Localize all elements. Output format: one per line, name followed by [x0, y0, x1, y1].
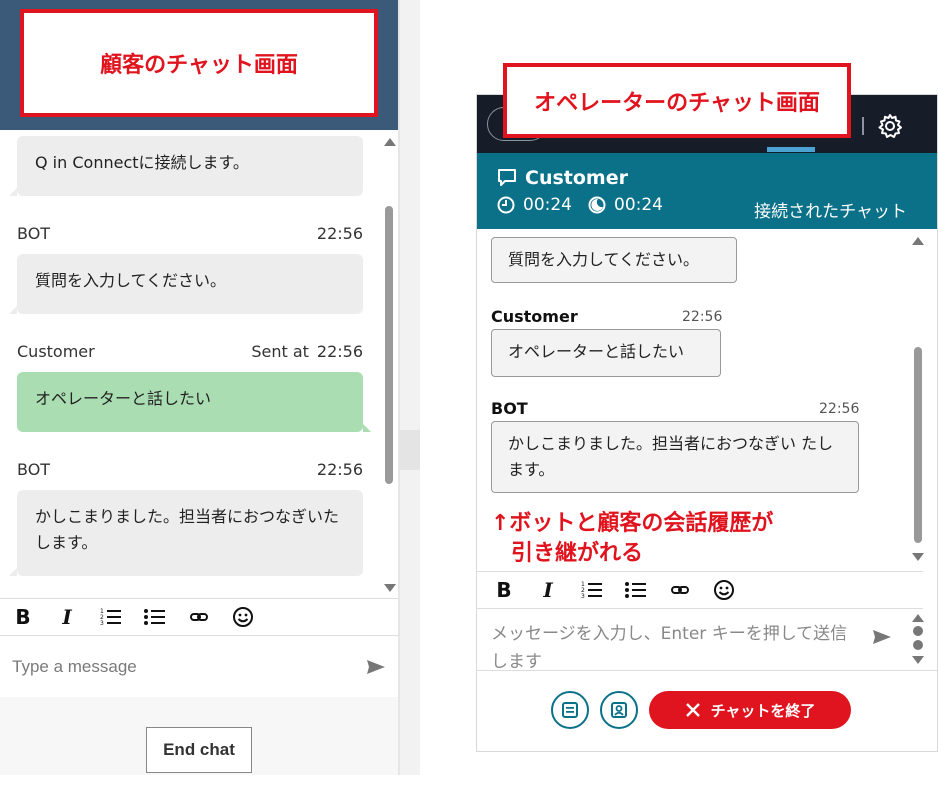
emoji-icon[interactable] — [232, 606, 254, 628]
customer-message-list[interactable]: Q in Connectに接続します。 BOT 22:56 質問を入力してくださ… — [0, 130, 380, 598]
message-time: 22:56 — [682, 309, 723, 325]
contact-banner: Customer 00:24 00:24 接続されたチャット — [477, 153, 937, 229]
message-time: 22:56 — [819, 401, 860, 417]
scrollbar-thumb[interactable] — [914, 347, 922, 543]
toolbar-divider — [862, 117, 864, 135]
contact-name: Customer — [525, 167, 628, 189]
bullet-list-icon[interactable] — [144, 607, 166, 627]
link-icon[interactable] — [188, 607, 210, 627]
bold-button[interactable]: B — [493, 578, 515, 602]
numbered-list-icon[interactable]: 1 2 3 — [100, 607, 122, 627]
customer-profile-button[interactable] — [600, 691, 638, 729]
message-text: オペレーターと話したい — [35, 389, 212, 408]
message-meta: BOT 22:56 — [17, 460, 363, 479]
bullet-list-icon[interactable] — [625, 580, 647, 600]
annotation-line-1: ↑ボットと顧客の会話履歴が — [491, 511, 774, 536]
message-sender: BOT — [17, 224, 51, 243]
end-chat-button[interactable]: End chat — [146, 727, 252, 773]
send-icon[interactable] — [872, 629, 892, 645]
scroll-up-arrow-icon[interactable] — [912, 614, 924, 622]
notes-button[interactable] — [551, 691, 589, 729]
gear-icon[interactable] — [877, 113, 903, 139]
wait-duration: 00:24 — [614, 195, 663, 215]
background-gap — [400, 0, 420, 775]
operator-message-list[interactable]: 質問を入力してください。 Customer 22:56 オペレーターと話したい … — [477, 229, 913, 565]
message-time: 22:56 — [316, 460, 363, 479]
message-meta: BOT 22:56 — [17, 224, 363, 243]
italic-button[interactable]: I — [56, 605, 78, 629]
scrollbar-thumb[interactable] — [913, 626, 923, 636]
scroll-down-arrow-icon[interactable] — [912, 553, 924, 561]
formatting-toolbar: B I 1 2 3 — [477, 571, 923, 609]
message-bubble: 質問を入力してください。 — [491, 237, 737, 283]
send-icon[interactable] — [366, 659, 386, 675]
svg-text:3: 3 — [581, 593, 585, 600]
message-text: オペレーターと話したい — [508, 342, 685, 361]
scrollbar-thumb[interactable] — [913, 640, 923, 650]
screenshot-stage: Q in Connectに接続します。 BOT 22:56 質問を入力してくださ… — [0, 0, 938, 790]
sent-at-label: Sent at — [251, 342, 309, 361]
end-chat-label: チャットを終了 — [710, 701, 816, 720]
message-sender: Customer — [491, 307, 578, 326]
operator-screen-label: オペレーターのチャット画面 — [503, 63, 851, 138]
chat-bubble-icon — [498, 169, 516, 186]
numbered-list-icon[interactable]: 1 2 3 — [581, 580, 603, 600]
message-input-row — [0, 637, 398, 697]
customer-chat-footer: End chat — [0, 697, 398, 775]
message-bubble: オペレーターと話したい — [491, 329, 721, 377]
message-input[interactable] — [12, 657, 366, 677]
moon-icon — [588, 196, 606, 214]
message-input-area — [477, 610, 923, 670]
message-bubble-customer: オペレーターと話したい — [17, 372, 371, 432]
message-text: Q in Connectに接続します。 — [35, 153, 249, 172]
message-sender: BOT — [491, 399, 528, 418]
annotation-line-2: 引き継がれる — [511, 541, 644, 565]
scroll-up-arrow-icon[interactable] — [912, 237, 924, 245]
input-scrollbar[interactable] — [911, 610, 925, 670]
message-text: 質問を入力してください。 — [508, 250, 700, 269]
message-text: かしこまりました。担当者におつなぎいたします。 — [35, 507, 340, 552]
formatting-toolbar: B I 1 2 3 — [0, 598, 398, 636]
message-bubble: かしこまりました。担当者におつなぎいたします。 — [9, 490, 363, 576]
contact-status: 接続されたチャット — [754, 202, 907, 222]
clock-icon — [497, 196, 515, 214]
scrollbar-thumb[interactable] — [385, 206, 393, 484]
message-sender: Customer — [17, 342, 95, 361]
svg-text:3: 3 — [100, 620, 104, 627]
bold-button[interactable]: B — [12, 605, 34, 629]
message-bubble: 質問を入力してください。 — [9, 254, 363, 314]
operator-chat-panel: Customer 00:24 00:24 接続されたチャット 質問を入力してくだ… — [476, 94, 938, 752]
message-scrollbar[interactable] — [383, 130, 396, 598]
scroll-down-arrow-icon[interactable] — [912, 656, 924, 664]
message-text: かしこまりました。担当者におつなぎい たします。 — [508, 434, 834, 479]
link-icon[interactable] — [669, 580, 691, 600]
message-bubble: Q in Connectに接続します。 — [9, 136, 363, 196]
notes-icon — [562, 702, 578, 718]
operator-action-bar: チャットを終了 — [477, 670, 937, 752]
message-input[interactable] — [491, 620, 861, 670]
message-meta: Customer Sent at 22:56 — [17, 342, 363, 361]
message-time: 22:56 — [316, 224, 363, 243]
scroll-up-arrow-icon[interactable] — [384, 138, 396, 146]
message-sender: BOT — [17, 460, 51, 479]
contact-duration: 00:24 — [523, 195, 572, 215]
scroll-down-arrow-icon[interactable] — [384, 584, 396, 592]
profile-icon — [611, 702, 627, 718]
annotation-text: ↑ボットと顧客の会話履歴が 引き継がれる — [491, 509, 773, 565]
italic-button[interactable]: I — [537, 578, 559, 602]
message-text: 質問を入力してください。 — [35, 271, 227, 290]
active-tab-indicator — [767, 147, 815, 152]
customer-screen-label: 顧客のチャット画面 — [20, 9, 378, 117]
close-icon — [685, 703, 700, 717]
message-scrollbar[interactable] — [911, 229, 925, 569]
message-time: 22:56 — [316, 342, 363, 361]
emoji-icon[interactable] — [713, 579, 735, 601]
message-bubble: かしこまりました。担当者におつなぎい たします。 — [491, 421, 859, 493]
end-chat-button[interactable]: チャットを終了 — [649, 691, 851, 729]
